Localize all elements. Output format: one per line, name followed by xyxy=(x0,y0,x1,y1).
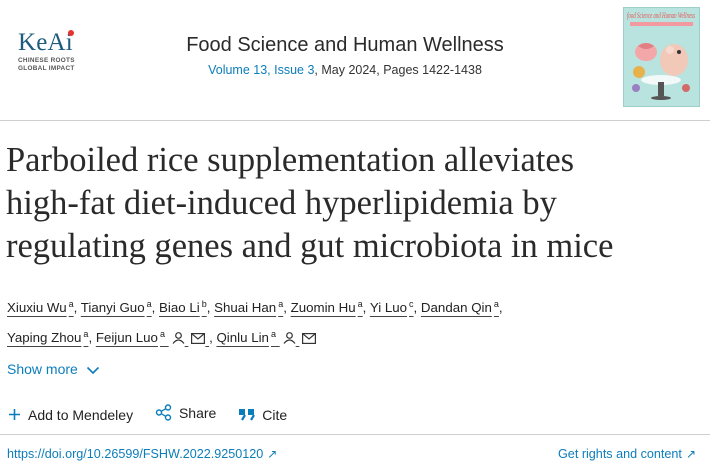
quote-icon xyxy=(239,409,256,421)
header-divider xyxy=(0,120,710,121)
journal-cover-image[interactable]: food Science and Human Wellness xyxy=(623,7,700,107)
footer-divider xyxy=(0,434,710,435)
title-line-2: high-fat diet-induced hyperlipidemia by xyxy=(6,184,557,222)
journal-info: Food Science and Human Wellness Volume 1… xyxy=(140,33,550,77)
volume-issue-link[interactable]: Volume 13, Issue 3 xyxy=(208,63,314,77)
journal-title[interactable]: Food Science and Human Wellness xyxy=(140,33,550,57)
author-link[interactable]: Dandan Qin a xyxy=(421,299,499,315)
author-link[interactable]: Xiuxiu Wu a xyxy=(7,299,74,315)
title-line-3: regulating genes and gut microbiota in m… xyxy=(6,227,614,265)
author-link[interactable]: Yi Luo c xyxy=(370,299,414,315)
logo-dot xyxy=(67,30,74,36)
cite-label: Cite xyxy=(262,406,288,423)
author-link[interactable]: Zuomin Hu a xyxy=(291,299,363,315)
plus-icon xyxy=(9,409,20,420)
share-icon xyxy=(155,404,172,421)
author-link[interactable]: Shuai Han a xyxy=(214,299,283,315)
chevron-down-icon xyxy=(86,366,99,375)
email-icon xyxy=(302,333,317,344)
journal-header: KeAi CHINESE ROOTS GLOBAL IMPACT Food Sc… xyxy=(0,0,710,115)
cite-button[interactable]: Cite xyxy=(238,407,287,423)
show-more-label: Show more xyxy=(7,361,78,377)
add-to-mendeley-label: Add to Mendeley xyxy=(28,406,134,423)
external-link-icon: ↗ xyxy=(267,447,278,461)
share-button[interactable]: Share xyxy=(155,404,216,421)
get-rights-link[interactable]: Get rights and content ↗ xyxy=(558,447,696,461)
logo-tagline-2: GLOBAL IMPACT xyxy=(18,65,75,72)
keai-logo[interactable]: KeAi CHINESE ROOTS GLOBAL IMPACT xyxy=(18,30,75,73)
external-link-icon: ↗ xyxy=(685,447,696,461)
title-line-1: Parboiled rice supplementation alleviate… xyxy=(6,141,575,179)
journal-volume: Volume 13, Issue 3, May 2024, Pages 1422… xyxy=(140,63,550,77)
author-link[interactable]: Feijun Luo a xyxy=(96,329,209,345)
author-link[interactable]: Tianyi Guo a xyxy=(81,299,152,315)
logo-tagline-1: CHINESE ROOTS xyxy=(18,57,75,64)
author-link[interactable]: Yaping Zhou a xyxy=(7,329,88,345)
email-icon xyxy=(191,333,206,344)
doi-link[interactable]: https://doi.org/10.26599/FSHW.2022.92501… xyxy=(7,447,277,461)
add-to-mendeley-button[interactable]: Add to Mendeley xyxy=(8,407,133,423)
show-more-button[interactable]: Show more xyxy=(7,361,100,377)
article-actions: Add to Mendeley Share Cite xyxy=(8,404,305,424)
article-title: Parboiled rice supplementation alleviate… xyxy=(6,139,706,268)
person-icon xyxy=(172,332,185,344)
author-list: Xiuxiu Wu a, Tianyi Guo a, Biao Li b, Shuai… xyxy=(7,299,503,345)
cover-title: food Science and Human Wellness xyxy=(627,10,695,20)
date-pages: , May 2024, Pages 1422-1438 xyxy=(314,63,482,77)
author-link[interactable]: Qinlu Lin a xyxy=(216,329,317,345)
logo-text: KeAi xyxy=(18,29,73,56)
share-label: Share xyxy=(178,404,217,421)
person-icon xyxy=(283,332,296,344)
author-link[interactable]: Biao Li b xyxy=(159,299,207,315)
